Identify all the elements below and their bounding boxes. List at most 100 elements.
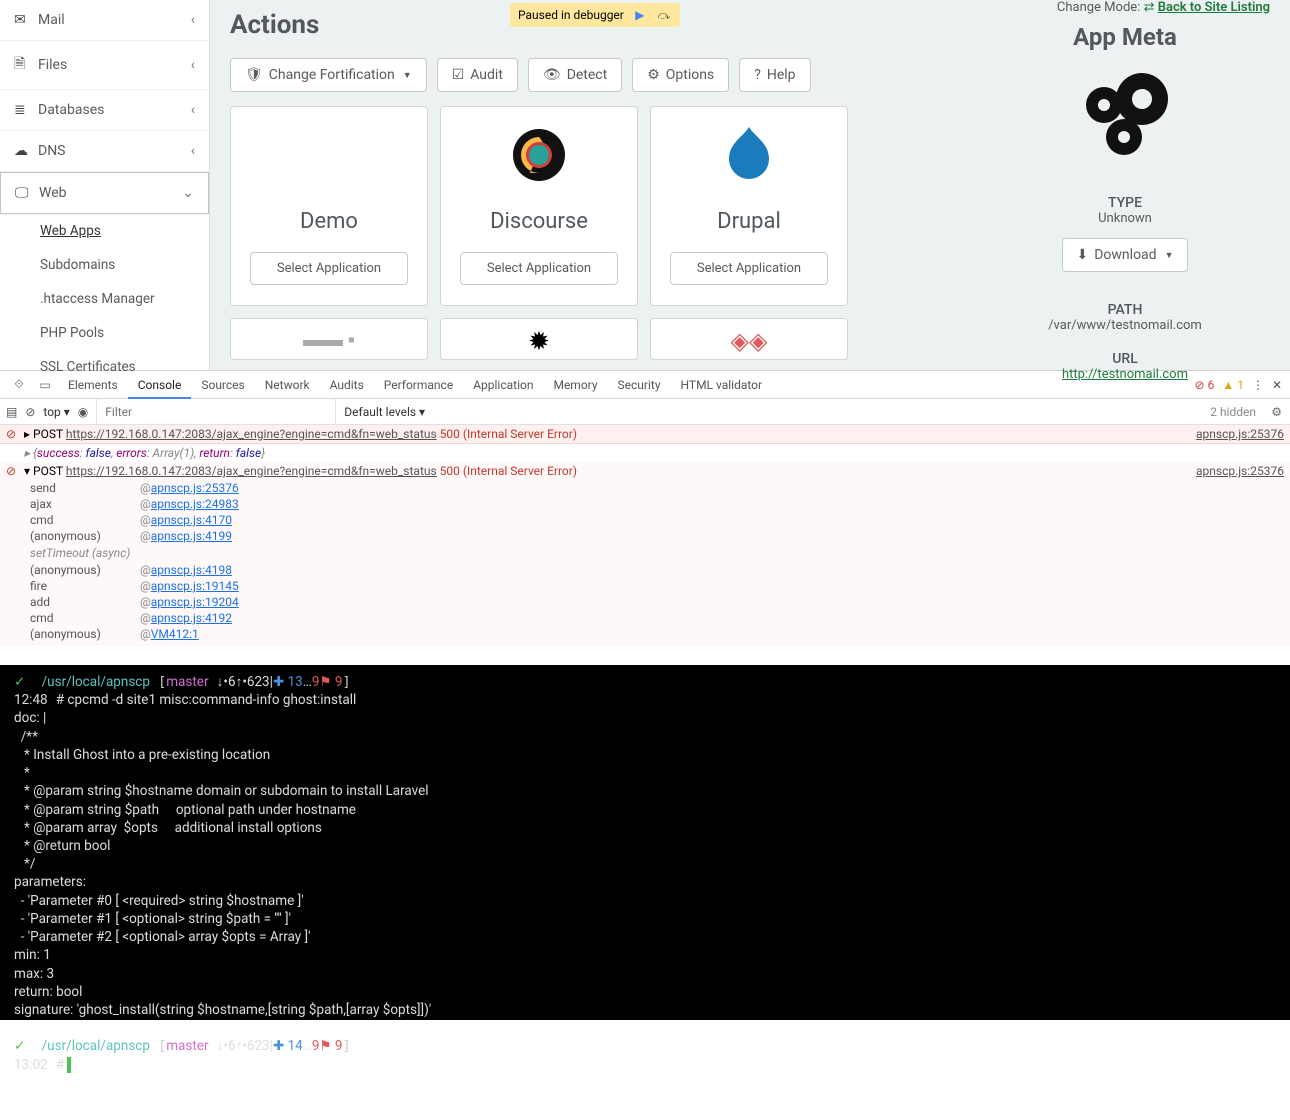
settings-icon[interactable]: ⚙ <box>1271 405 1282 419</box>
tab-html-validator[interactable]: HTML validator <box>671 371 773 399</box>
question-icon: ? <box>754 67 761 83</box>
monitor-icon: 🖵 <box>15 185 39 201</box>
clear-console-icon[interactable]: ⊘ <box>25 405 35 419</box>
gears-icon <box>980 67 1270 177</box>
async-label: setTimeout (async) <box>0 544 1290 562</box>
tab-performance[interactable]: Performance <box>374 371 463 399</box>
stack-frame[interactable]: (anonymous)@ apnscp.js:4199 <box>0 528 1290 544</box>
download-icon: ⬇ <box>1077 247 1089 263</box>
console-row[interactable]: ▸ {success: false, errors: Array(1), ret… <box>0 444 1290 462</box>
sidebar-item-dns[interactable]: ☁ DNS ‹ <box>0 131 209 172</box>
tab-memory[interactable]: Memory <box>543 371 607 399</box>
select-application-button[interactable]: Select Application <box>670 252 828 285</box>
cloud-icon: ☁ <box>14 143 38 159</box>
live-expression-icon[interactable]: ◉ <box>78 405 88 419</box>
sidebar-item-label: Databases <box>38 102 104 118</box>
cursor <box>67 1057 70 1073</box>
discourse-logo-icon <box>512 121 566 189</box>
url-label: URL <box>980 351 1270 367</box>
close-icon[interactable]: ✕ <box>1272 378 1282 392</box>
path-label: PATH <box>980 302 1270 318</box>
stack-frame[interactable]: send@ apnscp.js:25376 <box>0 480 1290 496</box>
tab-application[interactable]: Application <box>463 371 543 399</box>
joomla-logo-icon: ✹ <box>528 327 550 357</box>
stack-frame[interactable]: fire@ apnscp.js:19145 <box>0 578 1290 594</box>
stack-frame[interactable]: ajax@ apnscp.js:24983 <box>0 496 1290 512</box>
sidebar-item-databases[interactable]: ≣ Databases ‹ <box>0 90 209 131</box>
tab-sources[interactable]: Sources <box>191 371 254 399</box>
context-select[interactable]: top ▾ <box>43 405 69 419</box>
sidebar-sub-htaccess[interactable]: .htaccess Manager <box>0 282 209 316</box>
files-icon: 🗎 <box>14 53 38 77</box>
app-card-discourse: Discourse Select Application <box>440 106 638 306</box>
back-to-site-listing-link[interactable]: Back to Site Listing <box>1158 0 1270 15</box>
options-button[interactable]: ⚙ Options <box>632 58 729 92</box>
sidebar-item-label: Web <box>39 185 67 201</box>
app-card-demo: Demo Select Application <box>230 106 428 306</box>
audit-button[interactable]: ☑ Audit <box>437 58 518 92</box>
debugger-paused-badge: Paused in debugger ▶ ⤼ <box>510 3 680 27</box>
drupal-logo-icon <box>722 121 776 189</box>
source-link[interactable]: apnscp.js:25376 <box>1196 427 1284 441</box>
console-row[interactable]: ⊘ ▾ POST https://192.168.0.147:2083/ajax… <box>0 462 1290 480</box>
detect-button[interactable]: 👁 Detect <box>528 58 622 92</box>
stack-frame[interactable]: add@ apnscp.js:19204 <box>0 594 1290 610</box>
sidebar-sub-webapps[interactable]: Web Apps <box>0 214 209 248</box>
app-meta-heading: App Meta <box>980 23 1270 51</box>
warning-badge[interactable]: ▲ 1 <box>1222 378 1244 392</box>
swap-icon: ⇄ <box>1144 0 1155 15</box>
select-application-button[interactable]: Select Application <box>250 252 408 285</box>
stack-frame[interactable]: (anonymous)@ apnscp.js:4198 <box>0 562 1290 578</box>
filter-input[interactable] <box>96 399 336 424</box>
card-title: Demo <box>300 209 358 234</box>
tab-console[interactable]: Console <box>128 371 192 399</box>
select-application-button[interactable]: Select Application <box>460 252 618 285</box>
tab-audits[interactable]: Audits <box>320 371 374 399</box>
chevron-down-icon: ⌄ <box>182 185 194 201</box>
console-row[interactable]: ⊘ ▸ POST https://192.168.0.147:2083/ajax… <box>0 425 1290 444</box>
eye-icon: 👁 <box>543 67 561 83</box>
error-badge[interactable]: ⊘ 6 <box>1195 378 1215 392</box>
help-button[interactable]: ? Help <box>739 58 810 92</box>
stack-frame[interactable]: (anonymous)@ VM412:1 <box>0 626 1290 642</box>
chevron-left-icon: ‹ <box>191 102 195 118</box>
terminal[interactable]: ✓ /usr/local/apnscp [master ↓•6↑•623|✚ 1… <box>0 665 1290 1020</box>
stack-frame[interactable]: cmd@ apnscp.js:4192 <box>0 610 1290 626</box>
error-icon: ⊘ <box>6 464 24 478</box>
cogs-icon: ⚙ <box>647 67 660 83</box>
type-value: Unknown <box>980 211 1270 226</box>
sidebar-item-files[interactable]: 🗎 Files ‹ <box>0 41 209 90</box>
step-icon[interactable]: ⤼ <box>656 7 672 23</box>
tab-security[interactable]: Security <box>608 371 671 399</box>
app-card-placeholder: ▬▬ ▪ <box>230 318 428 360</box>
check-icon: ☑ <box>452 67 465 83</box>
download-button[interactable]: ⬇ Download ▼ <box>1062 238 1189 272</box>
sidebar-sub-subdomains[interactable]: Subdomains <box>0 248 209 282</box>
tab-network[interactable]: Network <box>255 371 320 399</box>
device-icon[interactable]: ▭ <box>32 378 58 392</box>
app-card-placeholder: ✹ <box>440 318 638 360</box>
caret-down-icon: ▼ <box>1165 250 1174 261</box>
error-icon: ⊘ <box>6 427 24 441</box>
sidebar-toggle-icon[interactable]: ▤ <box>6 405 17 419</box>
sidebar-item-label: Files <box>38 57 67 73</box>
source-link[interactable]: apnscp.js:25376 <box>1196 464 1284 478</box>
levels-select[interactable]: Default levels ▾ <box>344 405 425 419</box>
sidebar-item-label: DNS <box>38 143 66 159</box>
resume-icon[interactable]: ▶ <box>632 7 648 23</box>
more-icon[interactable]: ⋮ <box>1252 378 1264 392</box>
database-icon: ≣ <box>14 102 38 118</box>
stack-frame[interactable]: cmd@ apnscp.js:4170 <box>0 512 1290 528</box>
path-value: /var/www/testnomail.com <box>980 318 1270 333</box>
inspect-icon[interactable]: ⟐ <box>6 377 32 392</box>
chevron-left-icon: ‹ <box>191 12 195 28</box>
laravel-logo-icon: ◈◈ <box>731 327 768 355</box>
change-fortification-button[interactable]: 🛡 Change Fortification ▼ <box>230 58 427 92</box>
app-card-drupal: Drupal Select Application <box>650 106 848 306</box>
sidebar-item-mail[interactable]: ✉ Mail ‹ <box>0 0 209 41</box>
tab-elements[interactable]: Elements <box>58 371 128 399</box>
shield-icon: 🛡 <box>245 67 263 83</box>
sidebar-item-web[interactable]: 🖵 Web ⌄ <box>0 172 209 214</box>
ghost-logo-icon: ▬▬ ▪ <box>303 327 355 352</box>
sidebar-sub-phppools[interactable]: PHP Pools <box>0 316 209 350</box>
